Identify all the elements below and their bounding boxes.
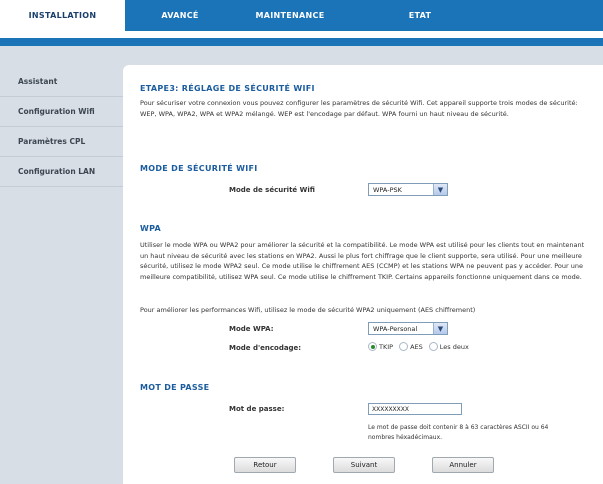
radio-both-label: Les deux: [439, 342, 469, 351]
tab-maintenance[interactable]: MAINTENANCE: [235, 0, 345, 31]
wpa-mode-value: WPA-Personal: [373, 324, 418, 333]
radio-aes[interactable]: [399, 342, 409, 351]
chevron-down-icon[interactable]: ▼: [433, 323, 447, 334]
header-strip: [0, 38, 603, 46]
sidebar-item-lan[interactable]: Configuration LAN: [0, 157, 123, 187]
encoding-mode-radios: TKIP AES Les deux: [368, 342, 475, 351]
tab-etat[interactable]: ETAT: [345, 0, 495, 31]
password-value: XXXXXXXXX: [372, 405, 409, 413]
tab-avance[interactable]: AVANCÉ: [125, 0, 235, 31]
sidebar-item-wifi[interactable]: Configuration Wifi: [0, 97, 123, 127]
next-button[interactable]: Suivant: [333, 457, 395, 473]
password-hint: Le mot de passe doit contenir 8 à 63 car…: [368, 424, 549, 441]
security-mode-select[interactable]: WPA-PSK ▼: [368, 183, 448, 196]
wpa-tip: Pour améliorer les performances Wifi, ut…: [140, 306, 476, 314]
radio-aes-label: AES: [410, 342, 423, 351]
sidebar: Assistant Configuration Wifi Paramètres …: [0, 67, 123, 187]
password-section-title: MOT DE PASSE: [140, 383, 210, 392]
step-title: ETAPE3: RÉGLAGE DE SÉCURITÉ WIFI: [140, 84, 315, 93]
encoding-mode-label: Mode d'encodage:: [229, 344, 302, 352]
password-input[interactable]: XXXXXXXXX: [368, 403, 462, 415]
step-intro: Pour sécuriser votre connexion vous pouv…: [140, 99, 578, 118]
top-navigation: INSTALLATION AVANCÉ MAINTENANCE ETAT: [0, 0, 603, 31]
password-label: Mot de passe:: [229, 405, 285, 413]
wpa-section-title: WPA: [140, 224, 162, 233]
mode-section-title: MODE DE SÉCURITÉ WIFI: [140, 164, 258, 173]
radio-tkip-label: TKIP: [379, 342, 394, 351]
security-mode-value: WPA-PSK: [373, 185, 402, 194]
wpa-mode-select[interactable]: WPA-Personal ▼: [368, 322, 448, 335]
page-shell: Assistant Configuration Wifi Paramètres …: [0, 46, 603, 484]
wpa-description: Utiliser le mode WPA ou WPA2 pour amélio…: [140, 241, 585, 281]
sidebar-item-assistant[interactable]: Assistant: [0, 67, 123, 97]
tab-installation[interactable]: INSTALLATION: [0, 0, 125, 31]
radio-tkip[interactable]: [368, 342, 377, 351]
radio-both[interactable]: [428, 342, 438, 351]
chevron-down-icon[interactable]: ▼: [433, 184, 447, 195]
back-button[interactable]: Retour: [234, 457, 296, 473]
sidebar-item-cpl[interactable]: Paramètres CPL: [0, 127, 123, 157]
wpa-mode-label: Mode WPA:: [229, 325, 274, 333]
security-mode-label: Mode de sécurité Wifi: [229, 186, 315, 194]
cancel-button[interactable]: Annuler: [432, 457, 494, 473]
main-panel: ETAPE3: RÉGLAGE DE SÉCURITÉ WIFI Pour sé…: [123, 65, 603, 484]
